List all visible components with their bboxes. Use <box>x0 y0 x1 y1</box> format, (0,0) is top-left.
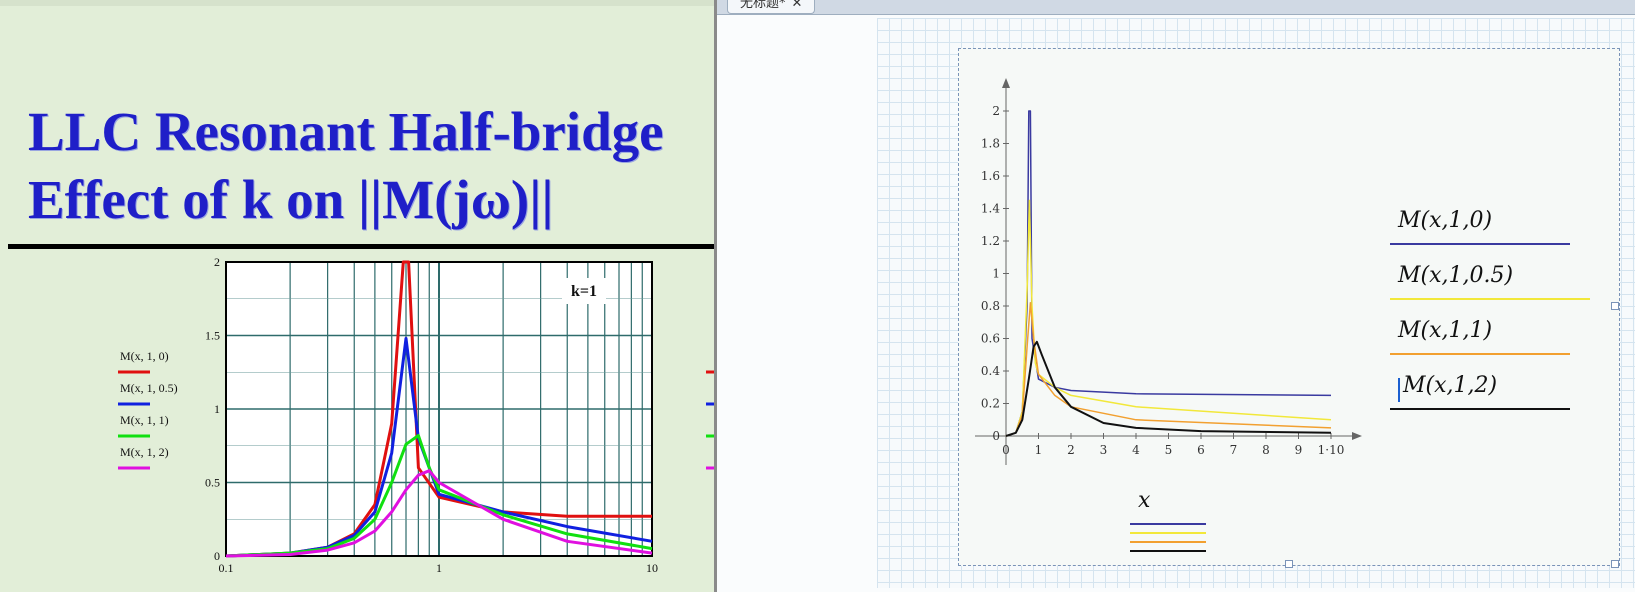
right-y-tick-label: 0 <box>992 429 1000 443</box>
right-y-axis-arrow <box>1002 78 1010 88</box>
trace-label-4[interactable]: M(x,1,2) <box>1403 373 1497 398</box>
right-y-tick-label: 0.4 <box>981 364 1000 378</box>
right-series-2 <box>1005 199 1332 437</box>
trace-label-3[interactable]: M(x,1,1) <box>1398 318 1492 343</box>
right-x-tick-label: 0 <box>1002 443 1010 457</box>
right-x-axis-arrow <box>1352 432 1362 440</box>
right-x-tick-label: 7 <box>1230 443 1238 457</box>
trace-label-1[interactable]: M(x,1,0) <box>1398 208 1492 233</box>
right-y-tick-label: 1.8 <box>981 137 1000 151</box>
right-x-tick-label: 3 <box>1100 443 1108 457</box>
x-trace-line-4 <box>1130 550 1206 552</box>
x-trace-line-3 <box>1130 541 1206 543</box>
right-y-tick-label: 0.6 <box>981 332 1000 346</box>
right-y-tick-label: 0.2 <box>981 397 1000 411</box>
x-axis-label[interactable]: x <box>1138 488 1150 513</box>
right-x-tick-label: 6 <box>1197 443 1205 457</box>
right-y-tick-label: 1.2 <box>981 234 1000 248</box>
trace-label-2[interactable]: M(x,1,0.5) <box>1398 263 1513 288</box>
right-y-tick-label: 1 <box>992 267 1000 281</box>
text-cursor <box>1398 378 1400 402</box>
trace-line-1 <box>1390 243 1570 245</box>
right-y-tick-label: 0.8 <box>981 299 1000 313</box>
right-x-tick-label: 2 <box>1067 443 1075 457</box>
right-y-tick-label: 2 <box>992 104 1000 118</box>
trace-line-3 <box>1390 353 1570 355</box>
right-x-tick-label: 4 <box>1132 443 1140 457</box>
right-x-tick-label: 1 <box>1035 443 1043 457</box>
trace-line-2 <box>1390 298 1590 300</box>
x-trace-line-2 <box>1130 532 1206 534</box>
trace-line-4 <box>1390 408 1570 410</box>
right-x-tick-label: 5 <box>1165 443 1173 457</box>
right-x-tick-label: 9 <box>1295 443 1303 457</box>
right-x-tick-label: 8 <box>1262 443 1270 457</box>
right-y-tick-label: 1.6 <box>981 169 1000 183</box>
right-x-tick-label: 1·10 <box>1318 443 1345 457</box>
right-y-tick-label: 1.4 <box>981 202 1000 216</box>
x-trace-line-1 <box>1130 523 1206 525</box>
right-chart: 0 0.2 0.4 0.6 0.8 1 1.2 1.4 1.6 1.8 2 0 1 2 3 4 5 6 7 8 9 1·1… <box>975 78 1362 465</box>
